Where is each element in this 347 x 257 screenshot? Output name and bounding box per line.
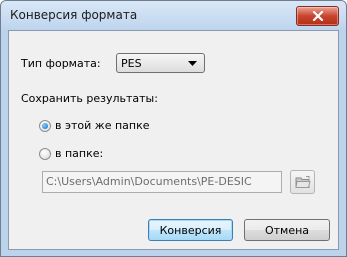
format-type-value: PES	[121, 57, 142, 70]
same-folder-label[interactable]: в этой же папке	[55, 119, 150, 132]
dialog-window: Конверсия формата Тип формата: PES Сохра…	[0, 0, 347, 257]
close-button[interactable]	[296, 6, 339, 26]
same-folder-radio[interactable]	[39, 120, 51, 132]
save-results-label: Сохранить результаты:	[21, 92, 158, 105]
in-folder-label[interactable]: в папке:	[55, 147, 103, 160]
browse-folder-button[interactable]	[290, 170, 315, 194]
convert-button[interactable]: Конверсия	[148, 219, 233, 241]
chevron-down-icon	[188, 61, 197, 66]
format-type-select[interactable]: PES	[116, 53, 205, 73]
radio-selected-dot	[42, 123, 48, 129]
cancel-button[interactable]: Отмена	[244, 219, 330, 241]
folder-path-input[interactable]: C:\Users\Admin\Documents\PE-DESIC	[42, 171, 282, 193]
window-title: Конверсия формата	[10, 8, 138, 22]
folder-icon	[294, 176, 311, 188]
title-bar[interactable]: Конверсия формата	[1, 1, 346, 29]
format-type-label: Тип формата:	[21, 57, 101, 70]
close-icon	[312, 11, 323, 21]
dialog-content: Тип формата: PES Сохранить результаты: в…	[8, 30, 339, 250]
in-folder-radio[interactable]	[39, 148, 51, 160]
